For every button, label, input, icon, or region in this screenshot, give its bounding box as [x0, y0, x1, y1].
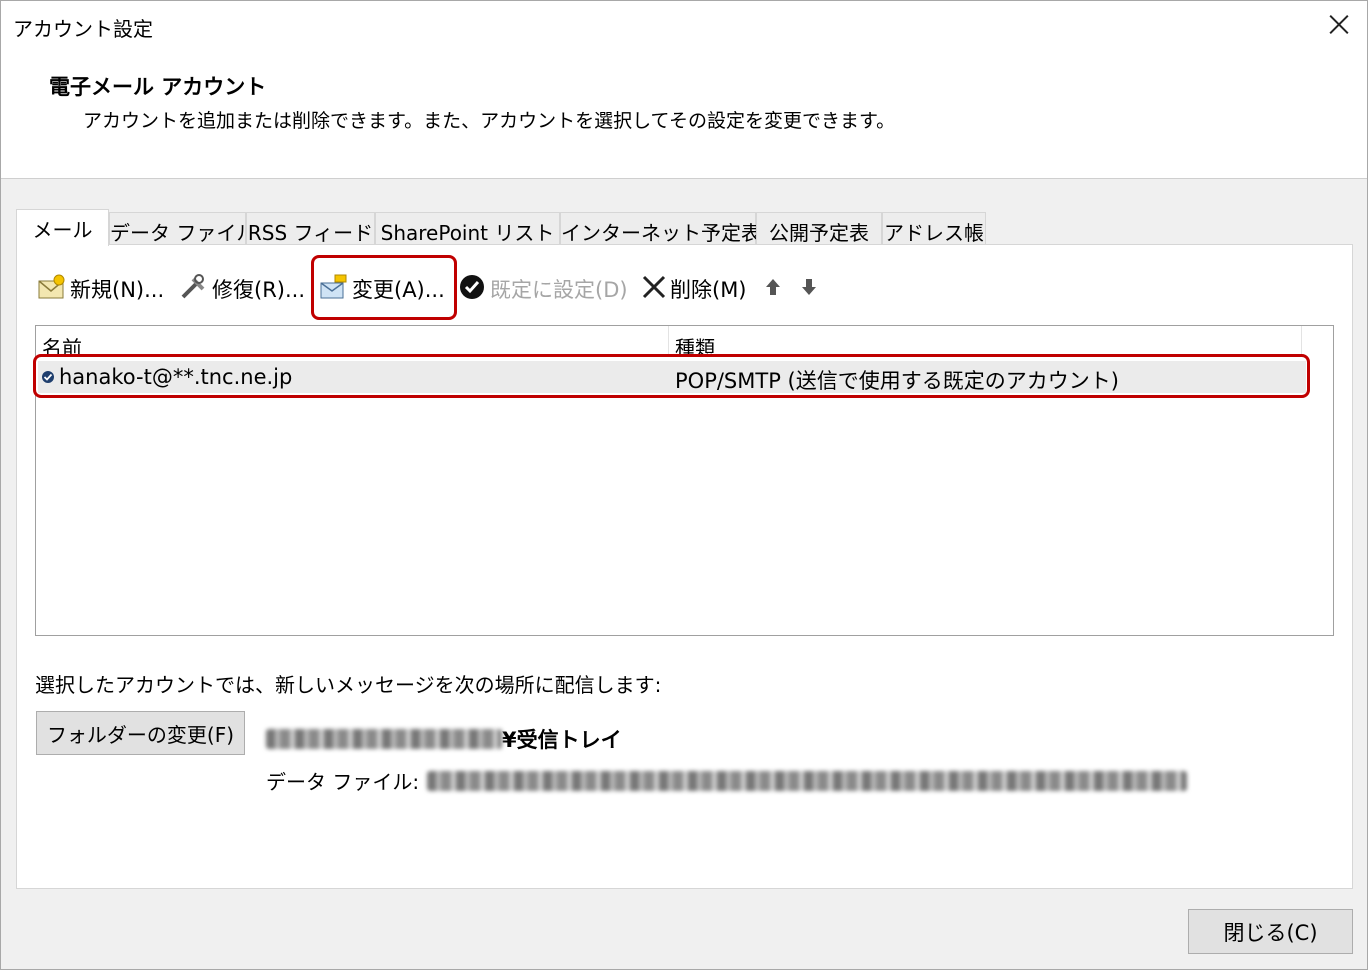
data-file-path: データ ファイル:: [266, 766, 1188, 795]
account-name-cell: hanako-t@**.tnc.ne.jp: [59, 365, 293, 389]
change-account-button[interactable]: 変更(A)...: [319, 271, 445, 307]
set-default-label: 既定に設定(D): [490, 278, 628, 302]
dialog-header: アカウント設定 電子メール アカウント アカウントを追加または削除できます。また…: [1, 1, 1367, 179]
tab-rss-feeds[interactable]: RSS フィード: [246, 212, 375, 245]
repair-account-label: 修復(R)...: [212, 278, 306, 302]
window-title: アカウント設定: [13, 17, 153, 41]
arrow-up-icon: [763, 275, 783, 304]
change-account-label: 変更(A)...: [352, 278, 445, 302]
blurred-data-file-path: [427, 770, 1188, 791]
arrow-down-icon: [799, 275, 819, 304]
delivery-description: 選択したアカウントでは、新しいメッセージを次の場所に配信します:: [35, 673, 662, 697]
blurred-mailbox-name: [266, 729, 502, 749]
inbox-suffix: ¥受信トレイ: [502, 728, 622, 752]
repair-account-button[interactable]: 修復(R)...: [179, 271, 305, 307]
tab-address-books[interactable]: アドレス帳: [882, 212, 986, 245]
move-up-button[interactable]: [763, 271, 786, 307]
remove-x-icon: [641, 273, 667, 306]
check-circle-icon: [459, 273, 487, 306]
tab-published-calendars[interactable]: 公開予定表: [756, 212, 882, 245]
move-down-button[interactable]: [799, 271, 822, 307]
close-window-icon[interactable]: [1323, 9, 1355, 41]
account-type-cell: POP/SMTP (送信で使用する既定のアカウント): [675, 369, 1119, 393]
set-default-button[interactable]: 既定に設定(D): [459, 271, 628, 307]
tab-internet-calendars[interactable]: インターネット予定表: [560, 212, 761, 245]
repair-tools-icon: [179, 273, 209, 306]
table-row[interactable]: hanako-t@**.tnc.ne.jp POP/SMTP (送信で使用する既…: [38, 361, 1306, 393]
change-folder-button[interactable]: フォルダーの変更(F): [36, 711, 245, 755]
delivery-folder-path: ¥受信トレイ: [266, 724, 622, 754]
tab-sharepoint-lists[interactable]: SharePoint リスト: [375, 212, 560, 245]
remove-account-label: 削除(M): [670, 278, 747, 302]
section-description: アカウントを追加または削除できます。また、アカウントを選択してその設定を変更でき…: [83, 110, 896, 132]
column-header-type[interactable]: 種類: [669, 326, 1302, 360]
default-account-check-icon: [41, 369, 55, 388]
data-file-label: データ ファイル:: [266, 770, 420, 794]
new-account-label: 新規(N)...: [70, 278, 165, 302]
new-mail-icon: [37, 273, 67, 306]
tab-data-files[interactable]: データ ファイル: [109, 212, 256, 245]
account-list: 名前 種類 hanako-t@**.tnc.ne.jp POP/SMTP (送信…: [35, 325, 1334, 636]
new-account-button[interactable]: 新規(N)...: [37, 271, 164, 307]
tab-mail[interactable]: メール: [16, 209, 109, 246]
close-button[interactable]: 閉じる(C): [1188, 909, 1353, 954]
account-settings-dialog: アカウント設定 電子メール アカウント アカウントを追加または削除できます。また…: [0, 0, 1368, 970]
section-heading: 電子メール アカウント: [49, 75, 267, 99]
change-account-icon: [319, 273, 349, 306]
column-header-name[interactable]: 名前: [36, 326, 669, 360]
remove-account-button[interactable]: 削除(M): [641, 271, 747, 307]
